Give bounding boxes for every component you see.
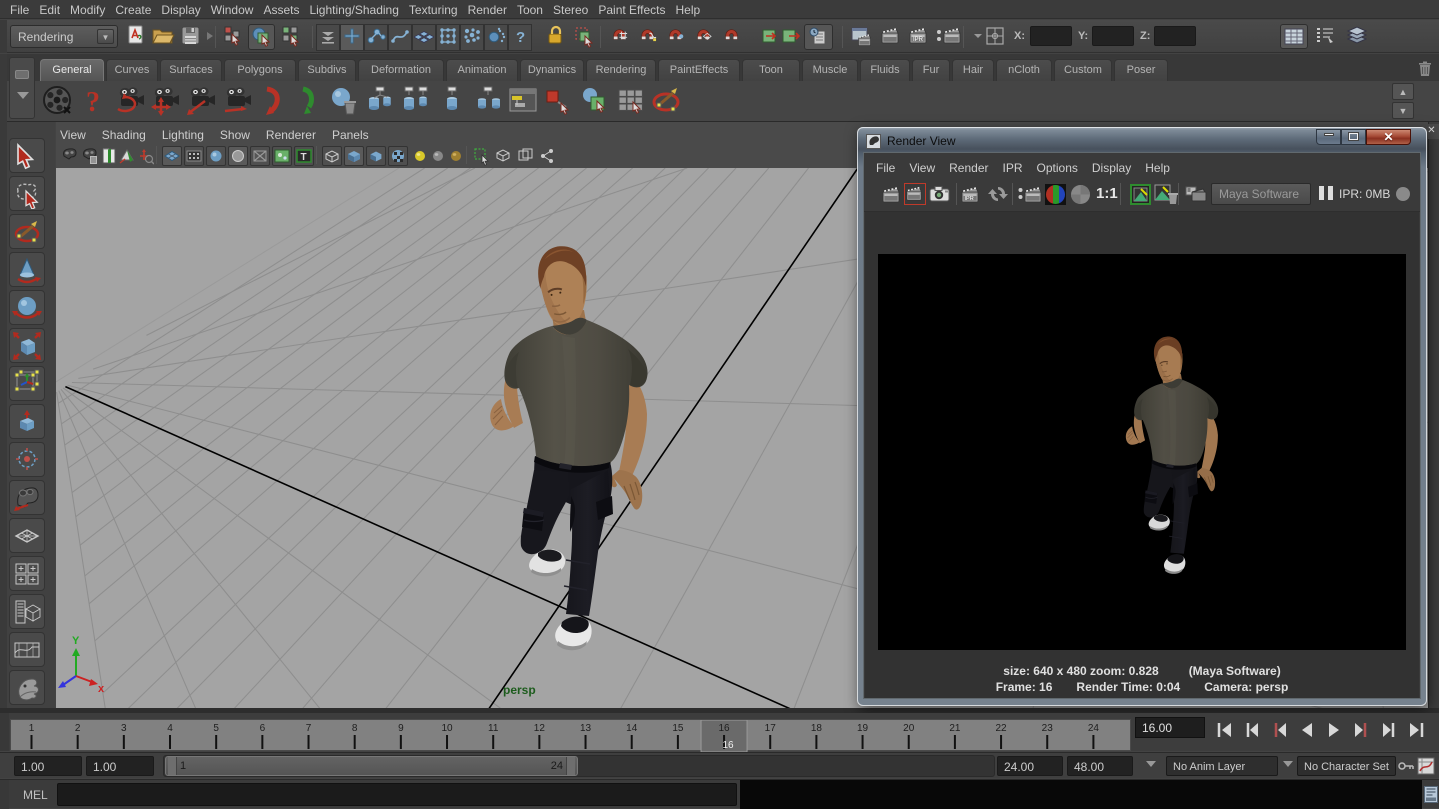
svg-text:IPR: IPR xyxy=(913,37,924,43)
svg-text:16: 16 xyxy=(722,740,734,751)
svg-text:13: 13 xyxy=(580,723,592,734)
svg-text:17: 17 xyxy=(765,723,777,734)
svg-text:5: 5 xyxy=(213,723,219,734)
svg-text:12: 12 xyxy=(534,723,546,734)
svg-text:21: 21 xyxy=(949,723,961,734)
svg-text:2: 2 xyxy=(75,723,81,734)
svg-text:23: 23 xyxy=(1042,723,1054,734)
svg-text:3: 3 xyxy=(121,723,127,734)
svg-text:10: 10 xyxy=(441,723,453,734)
svg-text:9: 9 xyxy=(398,723,404,734)
svg-text:IPR: IPR xyxy=(965,196,974,202)
svg-text:?: ? xyxy=(86,87,100,117)
svg-text:19: 19 xyxy=(857,723,869,734)
svg-text:Y: Y xyxy=(72,635,80,647)
svg-text:4: 4 xyxy=(167,723,173,734)
svg-text:1: 1 xyxy=(29,723,35,734)
svg-text:24: 24 xyxy=(1088,723,1100,734)
svg-text:15: 15 xyxy=(672,723,684,734)
svg-text:?: ? xyxy=(516,29,525,46)
svg-text:7: 7 xyxy=(306,723,312,734)
svg-text:T: T xyxy=(301,152,307,163)
svg-text:6: 6 xyxy=(260,723,266,734)
svg-text:persp: persp xyxy=(503,683,536,697)
svg-text:8: 8 xyxy=(352,723,358,734)
svg-text:20: 20 xyxy=(903,723,915,734)
svg-text:22: 22 xyxy=(996,723,1008,734)
svg-text:11: 11 xyxy=(488,723,499,734)
svg-text:16: 16 xyxy=(718,723,730,734)
svg-text:18: 18 xyxy=(811,723,823,734)
svg-text:14: 14 xyxy=(626,723,638,734)
svg-text:x: x xyxy=(98,683,105,695)
